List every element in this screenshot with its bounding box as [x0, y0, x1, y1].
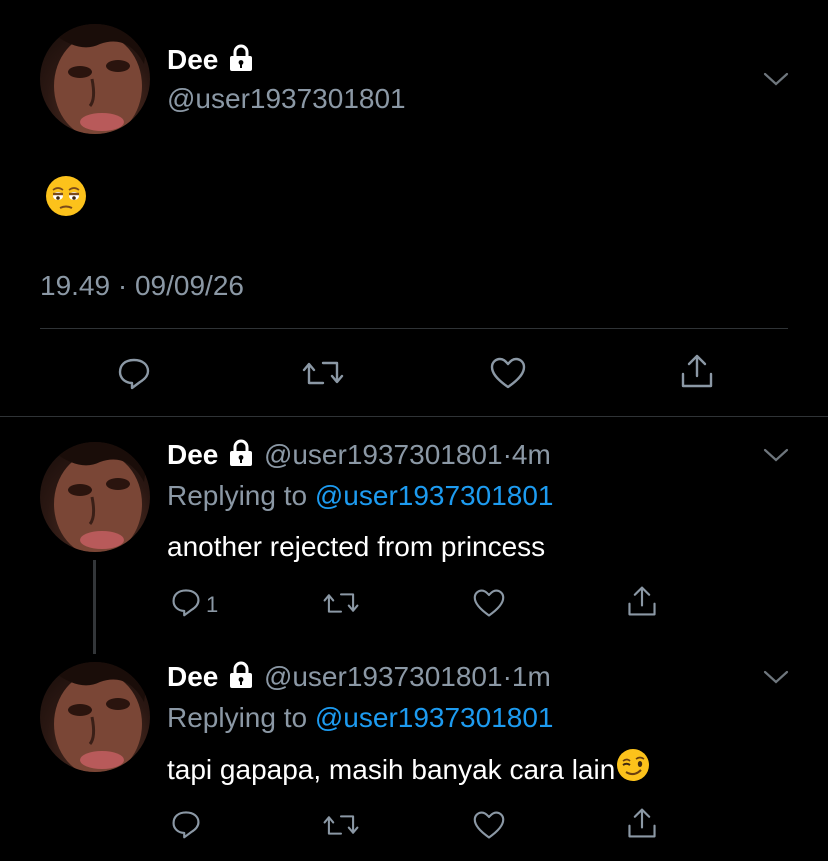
- display-name[interactable]: Dee: [167, 44, 256, 79]
- share-icon[interactable]: [678, 352, 716, 390]
- tweet-timestamp[interactable]: 19.49 · 09/09/26: [40, 270, 244, 302]
- retweet-icon[interactable]: [301, 355, 345, 391]
- replying-to: Replying to @user1937301801: [167, 480, 554, 512]
- reply-text: another rejected from princess: [167, 531, 546, 562]
- display-name-text: Dee: [167, 44, 219, 75]
- display-name[interactable]: Dee: [167, 661, 218, 692]
- like-icon[interactable]: [489, 355, 527, 391]
- retweet-icon[interactable]: [322, 587, 360, 619]
- chevron-down-icon[interactable]: [762, 668, 790, 686]
- separator-dot: ·: [502, 439, 512, 470]
- chevron-down-icon[interactable]: [762, 70, 790, 88]
- reply-header: Dee @user1937301801·1m: [167, 661, 551, 696]
- reply-text-row: tapi gapapa, masih banyak cara lain: [167, 749, 651, 790]
- tweet-date: 09/09/26: [134, 270, 244, 301]
- section-divider: [0, 416, 828, 417]
- divider: [40, 328, 788, 329]
- avatar[interactable]: [40, 442, 150, 552]
- winking-face-emoji: [615, 747, 651, 790]
- avatar[interactable]: [40, 662, 150, 772]
- retweet-icon[interactable]: [322, 809, 360, 841]
- like-icon[interactable]: [472, 809, 506, 841]
- share-icon[interactable]: [625, 584, 659, 618]
- share-icon[interactable]: [625, 806, 659, 840]
- like-icon[interactable]: [472, 587, 506, 619]
- reply-age[interactable]: 4m: [512, 439, 551, 470]
- pensive-face-emoji: [44, 174, 88, 223]
- reply-age[interactable]: 1m: [512, 661, 551, 692]
- replying-to-label: Replying to: [167, 480, 308, 511]
- reply-icon[interactable]: [170, 586, 202, 618]
- reply-icon[interactable]: [116, 355, 152, 391]
- user-handle[interactable]: @user1937301801: [264, 439, 503, 470]
- reply-icon[interactable]: [170, 808, 202, 840]
- replying-to-handle-link[interactable]: @user1937301801: [315, 480, 554, 511]
- display-name[interactable]: Dee: [167, 439, 218, 470]
- reply-text: tapi gapapa, masih banyak cara lain: [167, 753, 616, 785]
- reply-header: Dee @user1937301801·4m: [167, 439, 551, 474]
- separator-dot: ·: [117, 270, 128, 301]
- replying-to-label: Replying to: [167, 702, 308, 733]
- lock-icon: [226, 439, 256, 474]
- user-handle[interactable]: @user1937301801: [264, 661, 503, 692]
- lock-icon: [226, 44, 256, 79]
- avatar[interactable]: [40, 24, 150, 134]
- thread-line: [93, 560, 96, 654]
- reply-count: 1: [206, 592, 219, 617]
- replying-to: Replying to @user1937301801: [167, 702, 554, 734]
- lock-icon: [226, 661, 256, 696]
- separator-dot: ·: [502, 661, 512, 692]
- tweet-time: 19.49: [40, 270, 111, 301]
- chevron-down-icon[interactable]: [762, 446, 790, 464]
- user-handle[interactable]: @user1937301801: [167, 83, 406, 115]
- replying-to-handle-link[interactable]: @user1937301801: [315, 702, 554, 733]
